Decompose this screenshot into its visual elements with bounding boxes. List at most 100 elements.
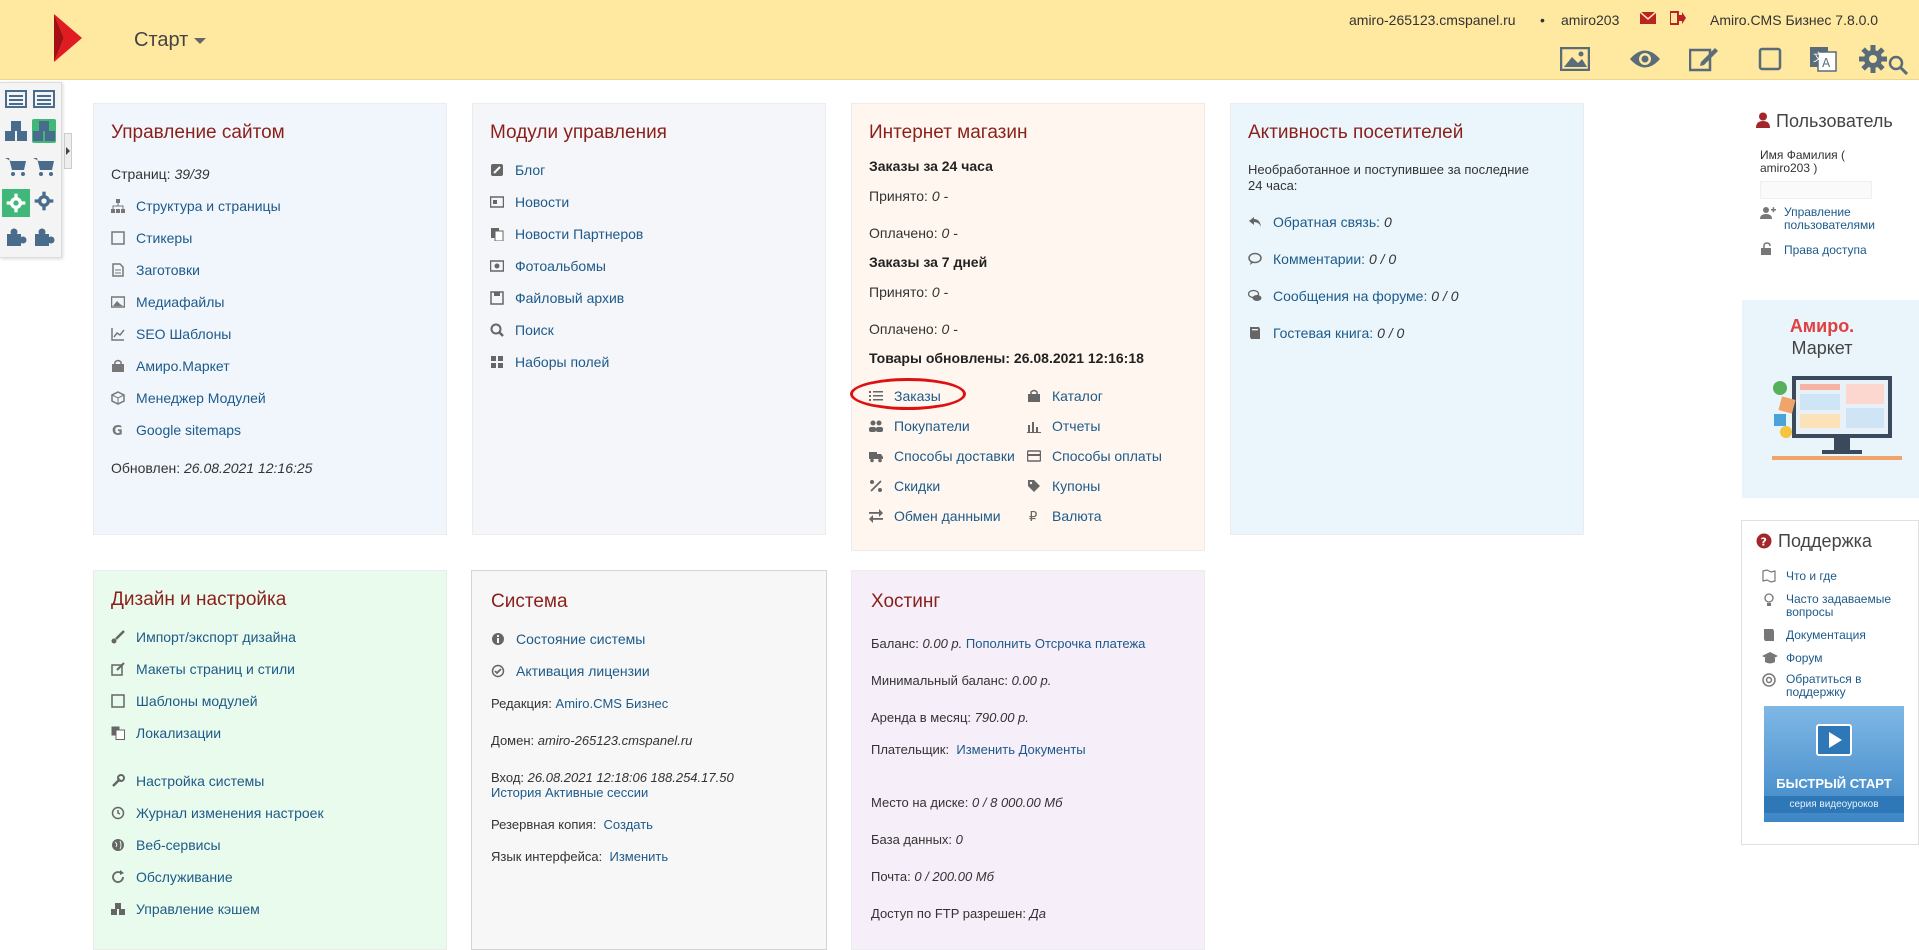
picture-icon [111, 295, 125, 309]
users-icon [869, 419, 883, 433]
eye-icon[interactable] [1627, 42, 1663, 76]
cart-icon[interactable] [4, 155, 28, 179]
link-payment-methods[interactable]: Способы оплаты [1027, 448, 1162, 464]
domain: Домен: amiro-265123.cmspanel.ru [491, 733, 693, 748]
link-module-manager[interactable]: Менеджер Модулей [111, 390, 266, 406]
history-icon [111, 806, 125, 820]
link-delivery[interactable]: Способы доставки [869, 448, 1015, 464]
activity-desc-1: Необработанное и поступившее за последни… [1248, 162, 1529, 177]
link-whats-where[interactable]: Что и где [1762, 569, 1837, 583]
link-user-management[interactable]: Управление пользователями [1760, 206, 1884, 232]
credit-card-icon [1027, 449, 1041, 463]
cubes-icon[interactable] [32, 119, 56, 143]
monthly-rent: Аренда в месяц: 790.00 р. [871, 710, 1029, 725]
link-discounts[interactable]: Скидки [869, 478, 940, 494]
link-reports[interactable]: Отчеты [1027, 418, 1100, 434]
puzzle-icon[interactable] [32, 225, 56, 249]
amiro-logo[interactable] [48, 14, 88, 62]
list-icon[interactable] [4, 87, 28, 111]
min-balance: Минимальный баланс: 0.00 р. [871, 673, 1052, 688]
cart-icon[interactable] [32, 155, 56, 179]
link-comments[interactable]: Комментарии: 0 / 0 [1248, 251, 1396, 267]
link-news[interactable]: Новости [490, 194, 569, 210]
puzzle-icon[interactable] [4, 225, 28, 249]
interface-language: Язык интерфейса: Изменить [491, 849, 669, 864]
link-customers[interactable]: Покупатели [869, 418, 970, 434]
link-access-rights[interactable]: Права доступа [1760, 242, 1867, 257]
link-photo-albums[interactable]: Фотоальбомы [490, 258, 606, 274]
cubes-icon[interactable] [4, 119, 28, 143]
note-icon [111, 231, 125, 245]
gear-icon[interactable] [32, 189, 56, 213]
link-seo[interactable]: SEO Шаблоны [111, 326, 231, 342]
link-stickers[interactable]: Стикеры [111, 230, 192, 246]
link-activation[interactable]: Активация лицензии [491, 663, 650, 679]
link-data-exchange[interactable]: Обмен данными [869, 508, 1001, 524]
site-domain[interactable]: amiro-265123.cmspanel.ru [1349, 12, 1516, 28]
quick-dock [0, 82, 72, 258]
username-link[interactable]: amiro203 [1561, 12, 1619, 28]
link-media[interactable]: Медиафайлы [111, 294, 224, 310]
dock-expand-handle[interactable] [64, 133, 72, 169]
google-icon: G [111, 423, 125, 437]
link-maintenance[interactable]: Обслуживание [111, 869, 233, 885]
link-sitemaps[interactable]: G Google sitemaps [111, 422, 241, 438]
link-partner-news[interactable]: Новости Партнеров [490, 226, 643, 242]
link-web-services[interactable]: Веб-сервисы [111, 837, 221, 853]
start-menu[interactable]: Старт [134, 29, 207, 52]
list-icon[interactable] [32, 87, 56, 111]
login-links: История Активные сессии [491, 785, 648, 800]
search-icon[interactable] [1886, 48, 1910, 82]
video-banner[interactable]: БЫСТРЫЙ СТАРТ серия видеоуроков [1764, 706, 1904, 822]
link-documentation[interactable]: Документация [1762, 628, 1866, 642]
market-banner[interactable]: Амиро. Маркет [1742, 300, 1919, 498]
edition-link[interactable]: Amiro.CMS Бизнес [556, 696, 669, 711]
defer-link[interactable]: Отсрочка платежа [1035, 636, 1146, 651]
square-icon[interactable] [1752, 42, 1788, 76]
link-design-import[interactable]: Импорт/экспорт дизайна [111, 629, 296, 645]
search-icon [490, 323, 504, 337]
link-system-status[interactable]: Состояние системы [491, 631, 645, 647]
link-catalog[interactable]: Каталог [1027, 388, 1103, 404]
history-link[interactable]: История [491, 785, 541, 800]
link-module-templates[interactable]: Шаблоны модулей [111, 693, 258, 709]
link-cache[interactable]: Управление кэшем [111, 901, 260, 917]
link-guestbook[interactable]: Гостевая книга: 0 / 0 [1248, 325, 1404, 341]
link-coupons[interactable]: Купоны [1027, 478, 1100, 494]
link-search[interactable]: Поиск [490, 322, 554, 338]
goods-updated: Товары обновлены: 26.08.2021 12:16:18 [869, 350, 1144, 366]
translate-icon[interactable]: 文A [1805, 42, 1841, 76]
image-icon[interactable] [1557, 42, 1593, 76]
link-feedback[interactable]: Обратная связь: 0 [1248, 214, 1392, 230]
link-system-settings[interactable]: Настройка системы [111, 773, 264, 789]
lightbulb-icon [1764, 593, 1774, 606]
mail-icon[interactable] [1640, 11, 1656, 25]
link-localizations[interactable]: Локализации [111, 725, 221, 741]
link-settings-log[interactable]: Журнал изменения настроек [111, 805, 324, 821]
link-forum[interactable]: Форум [1762, 651, 1822, 665]
link-contact-support[interactable]: Обратиться в поддержку [1762, 673, 1902, 699]
orders-24h-heading: Заказы за 24 часа [869, 158, 993, 174]
link-structure[interactable]: Структура и страницы [111, 198, 281, 214]
change-language-link[interactable]: Изменить [609, 849, 668, 864]
link-field-sets[interactable]: Наборы полей [490, 354, 609, 370]
link-file-archive[interactable]: Файловый архив [490, 290, 624, 306]
link-blog[interactable]: Блог [490, 162, 545, 178]
edit-icon[interactable] [1686, 42, 1722, 76]
link-templates[interactable]: Заготовки [111, 262, 200, 278]
documents-link[interactable]: Документы [1019, 742, 1086, 757]
monitor-illustration [1772, 368, 1902, 468]
link-market[interactable]: Амиро.Маркет [111, 358, 230, 374]
link-faq[interactable]: Часто задаваемые вопросы [1762, 593, 1902, 619]
panel-title: Активность посетителей [1248, 122, 1464, 143]
change-payer-link[interactable]: Изменить [956, 742, 1015, 757]
link-currency[interactable]: ₽ Валюта [1027, 508, 1102, 524]
link-layouts[interactable]: Макеты страниц и стили [111, 661, 295, 677]
link-forum[interactable]: Сообщения на форуме: 0 / 0 [1248, 288, 1459, 304]
create-backup-link[interactable]: Создать [604, 817, 653, 832]
logout-icon[interactable] [1670, 11, 1686, 25]
sessions-link[interactable]: Активные сессии [545, 785, 648, 800]
truck-icon [869, 449, 883, 463]
gear-icon[interactable] [2, 189, 30, 217]
topup-link[interactable]: Пополнить [966, 636, 1031, 651]
